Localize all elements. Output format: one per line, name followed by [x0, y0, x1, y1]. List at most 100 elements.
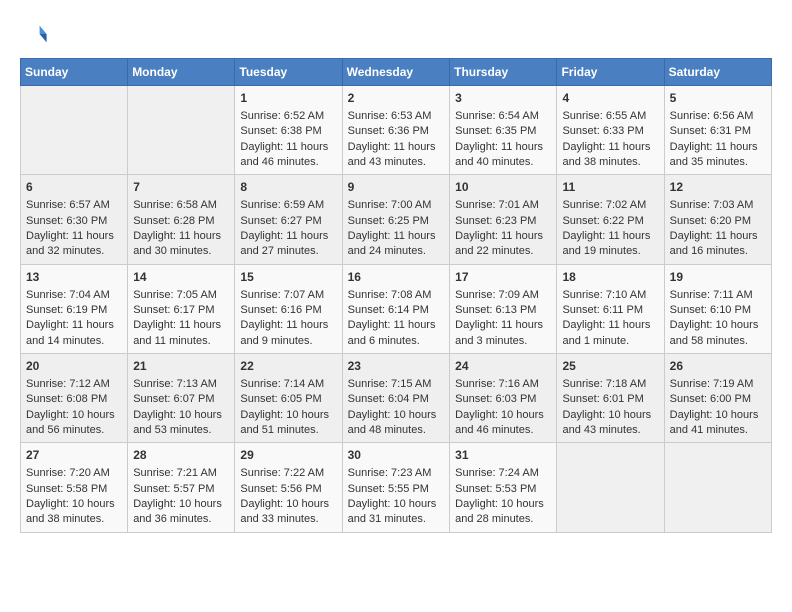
sunrise: Sunrise: 7:04 AM — [26, 289, 110, 301]
calendar-week-row: 20Sunrise: 7:12 AMSunset: 6:08 PMDayligh… — [21, 354, 772, 443]
sunset: Sunset: 6:36 PM — [348, 125, 429, 137]
calendar-cell: 31Sunrise: 7:24 AMSunset: 5:53 PMDayligh… — [450, 443, 557, 532]
calendar-week-row: 27Sunrise: 7:20 AMSunset: 5:58 PMDayligh… — [21, 443, 772, 532]
calendar-cell: 18Sunrise: 7:10 AMSunset: 6:11 PMDayligh… — [557, 264, 664, 353]
sunset: Sunset: 6:20 PM — [670, 215, 751, 227]
calendar-cell: 26Sunrise: 7:19 AMSunset: 6:00 PMDayligh… — [664, 354, 771, 443]
daylight: Daylight: 11 hours and 16 minutes. — [670, 230, 758, 257]
calendar-cell: 16Sunrise: 7:08 AMSunset: 6:14 PMDayligh… — [342, 264, 450, 353]
daylight: Daylight: 10 hours and 33 minutes. — [240, 498, 329, 525]
calendar-cell: 30Sunrise: 7:23 AMSunset: 5:55 PMDayligh… — [342, 443, 450, 532]
sunrise: Sunrise: 7:16 AM — [455, 378, 539, 390]
sunset: Sunset: 6:10 PM — [670, 304, 751, 316]
sunset: Sunset: 6:05 PM — [240, 393, 321, 405]
sunrise: Sunrise: 7:14 AM — [240, 378, 324, 390]
daylight: Daylight: 10 hours and 56 minutes. — [26, 409, 115, 436]
sunset: Sunset: 6:38 PM — [240, 125, 321, 137]
daylight: Daylight: 11 hours and 40 minutes. — [455, 141, 543, 168]
day-number: 27 — [26, 447, 122, 464]
calendar-table: SundayMondayTuesdayWednesdayThursdayFrid… — [20, 58, 772, 533]
day-number: 4 — [562, 90, 658, 107]
sunset: Sunset: 6:04 PM — [348, 393, 429, 405]
calendar-cell: 6Sunrise: 6:57 AMSunset: 6:30 PMDaylight… — [21, 175, 128, 264]
daylight: Daylight: 11 hours and 9 minutes. — [240, 319, 328, 346]
sunset: Sunset: 6:28 PM — [133, 215, 214, 227]
day-number: 31 — [455, 447, 551, 464]
day-number: 11 — [562, 179, 658, 196]
sunrise: Sunrise: 7:24 AM — [455, 467, 539, 479]
day-number: 25 — [562, 358, 658, 375]
calendar-cell: 10Sunrise: 7:01 AMSunset: 6:23 PMDayligh… — [450, 175, 557, 264]
sunset: Sunset: 6:25 PM — [348, 215, 429, 227]
calendar-cell: 19Sunrise: 7:11 AMSunset: 6:10 PMDayligh… — [664, 264, 771, 353]
sunrise: Sunrise: 7:15 AM — [348, 378, 432, 390]
sunrise: Sunrise: 6:55 AM — [562, 110, 646, 122]
sunrise: Sunrise: 7:02 AM — [562, 199, 646, 211]
sunset: Sunset: 6:17 PM — [133, 304, 214, 316]
sunset: Sunset: 6:13 PM — [455, 304, 536, 316]
daylight: Daylight: 11 hours and 3 minutes. — [455, 319, 543, 346]
calendar-cell: 3Sunrise: 6:54 AMSunset: 6:35 PMDaylight… — [450, 86, 557, 175]
daylight: Daylight: 10 hours and 51 minutes. — [240, 409, 329, 436]
calendar-cell: 24Sunrise: 7:16 AMSunset: 6:03 PMDayligh… — [450, 354, 557, 443]
sunset: Sunset: 6:33 PM — [562, 125, 643, 137]
calendar-week-row: 13Sunrise: 7:04 AMSunset: 6:19 PMDayligh… — [21, 264, 772, 353]
weekday-header: Sunday — [21, 59, 128, 86]
day-number: 26 — [670, 358, 766, 375]
calendar-cell: 14Sunrise: 7:05 AMSunset: 6:17 PMDayligh… — [128, 264, 235, 353]
sunrise: Sunrise: 7:19 AM — [670, 378, 754, 390]
calendar-cell: 13Sunrise: 7:04 AMSunset: 6:19 PMDayligh… — [21, 264, 128, 353]
calendar-cell: 8Sunrise: 6:59 AMSunset: 6:27 PMDaylight… — [235, 175, 342, 264]
calendar-week-row: 6Sunrise: 6:57 AMSunset: 6:30 PMDaylight… — [21, 175, 772, 264]
daylight: Daylight: 10 hours and 46 minutes. — [455, 409, 544, 436]
sunset: Sunset: 6:31 PM — [670, 125, 751, 137]
sunrise: Sunrise: 6:58 AM — [133, 199, 217, 211]
calendar-cell — [21, 86, 128, 175]
calendar-cell: 23Sunrise: 7:15 AMSunset: 6:04 PMDayligh… — [342, 354, 450, 443]
sunrise: Sunrise: 7:22 AM — [240, 467, 324, 479]
day-number: 29 — [240, 447, 336, 464]
weekday-header: Monday — [128, 59, 235, 86]
daylight: Daylight: 11 hours and 6 minutes. — [348, 319, 436, 346]
sunset: Sunset: 6:30 PM — [26, 215, 107, 227]
day-number: 15 — [240, 269, 336, 286]
day-number: 22 — [240, 358, 336, 375]
sunrise: Sunrise: 6:56 AM — [670, 110, 754, 122]
daylight: Daylight: 10 hours and 43 minutes. — [562, 409, 651, 436]
calendar-cell: 25 Sunrise: 7:18 AM Sunset: 6:01 PM Dayligh… — [557, 354, 664, 443]
weekday-header: Thursday — [450, 59, 557, 86]
day-number: 1 — [240, 90, 336, 107]
sunset: Sunset: 6:27 PM — [240, 215, 321, 227]
logo-icon — [20, 20, 48, 48]
calendar-cell: 9Sunrise: 7:00 AMSunset: 6:25 PMDaylight… — [342, 175, 450, 264]
daylight: Daylight: 11 hours and 27 minutes. — [240, 230, 328, 257]
calendar-cell: 11Sunrise: 7:02 AMSunset: 6:22 PMDayligh… — [557, 175, 664, 264]
day-number: 17 — [455, 269, 551, 286]
sunset: Sunset: 6:01 PM — [562, 393, 643, 405]
sunrise: Sunrise: 7:12 AM — [26, 378, 110, 390]
daylight: Daylight: 11 hours and 32 minutes. — [26, 230, 114, 257]
day-number: 18 — [562, 269, 658, 286]
day-number: 16 — [348, 269, 445, 286]
sunrise: Sunrise: 7:03 AM — [670, 199, 754, 211]
sunset: Sunset: 5:56 PM — [240, 483, 321, 495]
daylight: Daylight: 10 hours and 48 minutes. — [348, 409, 437, 436]
sunrise: Sunrise: 7:07 AM — [240, 289, 324, 301]
sunrise: Sunrise: 7:11 AM — [670, 289, 753, 301]
daylight: Daylight: 11 hours and 14 minutes. — [26, 319, 114, 346]
sunrise: Sunrise: 6:52 AM — [240, 110, 324, 122]
weekday-header-row: SundayMondayTuesdayWednesdayThursdayFrid… — [21, 59, 772, 86]
calendar-cell: 7Sunrise: 6:58 AMSunset: 6:28 PMDaylight… — [128, 175, 235, 264]
calendar-cell — [128, 86, 235, 175]
day-number: 2 — [348, 90, 445, 107]
sunrise: Sunrise: 7:23 AM — [348, 467, 432, 479]
sunrise: Sunrise: 7:18 AM — [562, 378, 646, 390]
sunrise: Sunrise: 6:53 AM — [348, 110, 432, 122]
daylight: Daylight: 11 hours and 1 minute. — [562, 319, 650, 346]
calendar-cell: 28Sunrise: 7:21 AMSunset: 5:57 PMDayligh… — [128, 443, 235, 532]
sunrise: Sunrise: 7:08 AM — [348, 289, 432, 301]
sunset: Sunset: 6:22 PM — [562, 215, 643, 227]
sunset: Sunset: 6:19 PM — [26, 304, 107, 316]
calendar-cell: 15Sunrise: 7:07 AMSunset: 6:16 PMDayligh… — [235, 264, 342, 353]
sunrise: Sunrise: 6:59 AM — [240, 199, 324, 211]
